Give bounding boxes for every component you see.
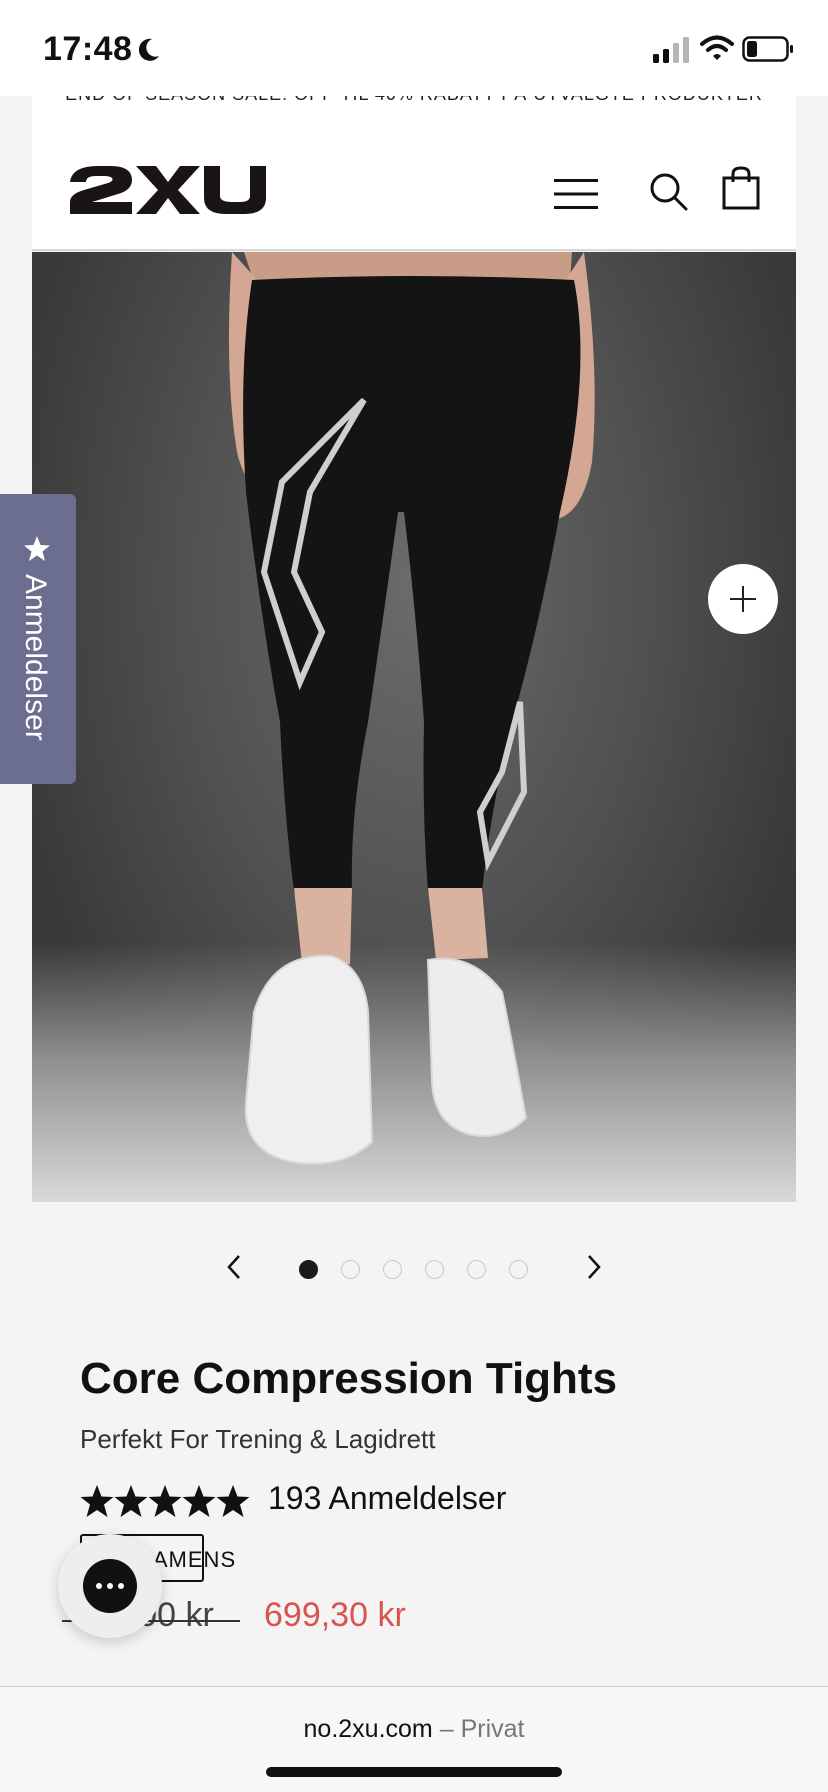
- announcement-bar[interactable]: END OF SEASON SALE! OPP TIL 40% RABATT P…: [32, 96, 796, 105]
- image-carousel-controls: [0, 1248, 828, 1288]
- carousel-dot[interactable]: [299, 1260, 318, 1279]
- rating-stars[interactable]: [80, 1484, 250, 1520]
- browser-url-bar[interactable]: no.2xu.com – Privat: [0, 1686, 828, 1792]
- carousel-dot[interactable]: [341, 1260, 360, 1279]
- plus-icon: [730, 586, 756, 612]
- carousel-dot[interactable]: [467, 1260, 486, 1279]
- home-indicator[interactable]: [266, 1767, 562, 1777]
- status-time: 17:48: [43, 30, 133, 68]
- chevron-right-icon[interactable]: [578, 1252, 608, 1282]
- product-subtitle: Perfekt For Trening & Lagidrett: [80, 1424, 436, 1454]
- wifi-icon: [700, 35, 734, 60]
- carousel-dot[interactable]: [425, 1260, 444, 1279]
- moon-icon: [138, 38, 159, 61]
- shopping-bag-icon[interactable]: [722, 166, 760, 210]
- reviews-side-tab[interactable]: Anmeldelser: [0, 494, 76, 784]
- url-text: no.2xu.com – Privat: [0, 1715, 828, 1744]
- sale-price: 699,30 kr: [264, 1596, 406, 1634]
- chevron-left-icon[interactable]: [220, 1252, 250, 1282]
- product-title: Core Compression Tights: [80, 1354, 618, 1403]
- search-icon[interactable]: [649, 172, 689, 212]
- chat-icon: [83, 1559, 137, 1613]
- reviews-tab-label: Anmeldelser: [19, 574, 52, 741]
- site-header: END OF SEASON SALE! OPP TIL 40% RABATT P…: [32, 96, 796, 251]
- star-icon: [24, 536, 50, 561]
- brand-logo[interactable]: [68, 164, 268, 216]
- carousel-dot[interactable]: [383, 1260, 402, 1279]
- url-separator: –: [432, 1715, 461, 1743]
- signal-icon: [653, 37, 689, 63]
- zoom-button[interactable]: [708, 564, 778, 634]
- review-count-link[interactable]: 193 Anmeldelser: [268, 1480, 506, 1517]
- status-bar: 17:48: [0, 0, 828, 96]
- menu-icon[interactable]: [554, 178, 598, 210]
- carousel-dot[interactable]: [509, 1260, 528, 1279]
- browsing-mode: Privat: [460, 1715, 525, 1743]
- chat-button[interactable]: [58, 1534, 162, 1638]
- product-image[interactable]: [32, 252, 796, 1202]
- product-photo-tights: [228, 252, 595, 1165]
- url-domain: no.2xu.com: [303, 1715, 433, 1743]
- battery-icon: [742, 36, 793, 62]
